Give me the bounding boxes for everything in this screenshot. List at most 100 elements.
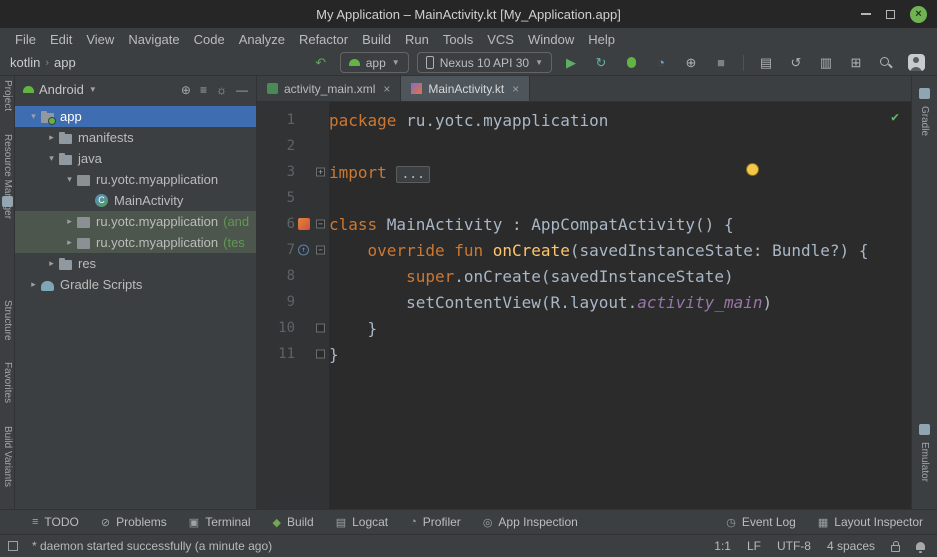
- tree-item-ru-yotc-myapplication[interactable]: ▾ru.yotc.myapplication: [15, 169, 256, 190]
- chevron-right-icon[interactable]: ▸: [45, 258, 58, 269]
- indent-setting[interactable]: 4 spaces: [827, 539, 875, 553]
- code-editor[interactable]: 1package ru.yotc.myapplication23+import …: [257, 102, 911, 509]
- notifications-bell-icon[interactable]: [916, 542, 925, 550]
- fold-marker[interactable]: [316, 324, 325, 333]
- gradle-icon[interactable]: [919, 88, 930, 99]
- tree-item-app[interactable]: ▾app: [15, 106, 256, 127]
- code-line-6[interactable]: 6−class MainActivity : AppCompatActivity…: [257, 211, 911, 237]
- override-gutter-icon[interactable]: ↑: [298, 245, 309, 256]
- apply-changes-button[interactable]: ↻: [590, 53, 612, 73]
- device-select[interactable]: Nexus 10 API 30 ▼: [417, 52, 552, 73]
- tool-window-button-layout-inspector[interactable]: ▦Layout Inspector: [818, 515, 923, 529]
- tool-window-button-structure[interactable]: Structure: [2, 300, 13, 341]
- menu-item-file[interactable]: File: [8, 30, 43, 49]
- file-encoding[interactable]: UTF-8: [777, 539, 811, 553]
- intention-bulb-icon[interactable]: [746, 163, 759, 176]
- menu-item-edit[interactable]: Edit: [43, 30, 79, 49]
- tool-window-button-build[interactable]: ◆Build: [273, 515, 314, 529]
- chevron-down-icon[interactable]: ▾: [63, 174, 76, 185]
- close-tab-icon[interactable]: ×: [383, 82, 390, 96]
- chevron-right-icon[interactable]: ▸: [63, 216, 76, 227]
- tree-item-ru-yotc-myapplication[interactable]: ▸ru.yotc.myapplication(and: [15, 211, 256, 232]
- profile-avatar[interactable]: [905, 53, 927, 73]
- hide-panel-icon[interactable]: —: [236, 83, 248, 97]
- tool-window-button-app-inspection[interactable]: ◎App Inspection: [483, 515, 578, 529]
- stop-button[interactable]: ■: [710, 53, 732, 73]
- avd-manager-icon[interactable]: ▥: [815, 53, 837, 73]
- run-button[interactable]: ▶: [560, 53, 582, 73]
- code-line-5[interactable]: 5: [257, 185, 911, 211]
- code-line-3[interactable]: 3+import ...: [257, 159, 911, 185]
- tool-window-button-event-log[interactable]: ◷Event Log: [726, 515, 796, 529]
- menu-item-help[interactable]: Help: [581, 30, 622, 49]
- search-everywhere-button[interactable]: [875, 53, 897, 73]
- close-button[interactable]: ×: [910, 6, 927, 23]
- collapse-all-icon[interactable]: ≡: [200, 83, 207, 97]
- status-message[interactable]: * daemon started successfully (a minute …: [32, 539, 272, 553]
- chevron-right-icon[interactable]: ▸: [27, 279, 40, 290]
- inspections-ok-icon[interactable]: ✔: [891, 110, 899, 125]
- menu-item-vcs[interactable]: VCS: [480, 30, 521, 49]
- tool-window-button-favorites[interactable]: Favorites: [2, 362, 13, 403]
- tool-window-button-emulator[interactable]: Emulator: [919, 442, 930, 482]
- maximize-button[interactable]: [886, 10, 895, 19]
- activity-gutter-icon[interactable]: [298, 218, 310, 230]
- run-configuration-select[interactable]: app ▼: [340, 52, 409, 73]
- tool-window-switcher-icon[interactable]: [8, 541, 18, 551]
- tree-item-res[interactable]: ▸res: [15, 253, 256, 274]
- menu-item-analyze[interactable]: Analyze: [232, 30, 292, 49]
- profile-button[interactable]: ◔: [650, 53, 672, 73]
- code-line-11[interactable]: 11}: [257, 341, 911, 367]
- tool-window-button-logcat[interactable]: ▤Logcat: [336, 515, 388, 529]
- device-manager-icon[interactable]: ▤: [755, 53, 777, 73]
- menu-item-build[interactable]: Build: [355, 30, 398, 49]
- code-line-8[interactable]: 8 super.onCreate(savedInstanceState): [257, 263, 911, 289]
- debug-button[interactable]: [620, 53, 642, 73]
- menu-item-tools[interactable]: Tools: [436, 30, 480, 49]
- chevron-down-icon[interactable]: ▾: [27, 111, 40, 122]
- sync-gradle-icon[interactable]: ↺: [785, 53, 807, 73]
- line-separator[interactable]: LF: [747, 539, 761, 553]
- tree-item-mainactivity[interactable]: CMainActivity: [15, 190, 256, 211]
- tool-window-button-problems[interactable]: ⊘Problems: [101, 515, 167, 529]
- tool-window-button-terminal[interactable]: ▣Terminal: [189, 515, 251, 529]
- code-line-2[interactable]: 2: [257, 133, 911, 159]
- sdk-manager-icon[interactable]: ⊞: [845, 53, 867, 73]
- chevron-down-icon[interactable]: ▾: [45, 153, 58, 164]
- tool-window-button-profiler[interactable]: ◔Profiler: [410, 515, 461, 529]
- locate-file-icon[interactable]: ⊕: [181, 83, 191, 97]
- close-tab-icon[interactable]: ×: [512, 82, 519, 96]
- settings-gear-icon[interactable]: ☼: [216, 83, 227, 97]
- code-line-7[interactable]: 7↑− override fun onCreate(savedInstanceS…: [257, 237, 911, 263]
- minimize-button[interactable]: [861, 13, 871, 15]
- code-line-1[interactable]: 1package ru.yotc.myapplication: [257, 107, 911, 133]
- tree-item-ru-yotc-myapplication[interactable]: ▸ru.yotc.myapplication(tes: [15, 232, 256, 253]
- tree-item-manifests[interactable]: ▸manifests: [15, 127, 256, 148]
- menu-item-refactor[interactable]: Refactor: [292, 30, 355, 49]
- chevron-right-icon[interactable]: ▸: [45, 132, 58, 143]
- menu-item-view[interactable]: View: [79, 30, 121, 49]
- tool-window-button-project[interactable]: Project: [2, 80, 13, 111]
- fold-marker[interactable]: [316, 350, 325, 359]
- fold-marker[interactable]: +: [316, 168, 325, 177]
- tab-activity-main-xml[interactable]: activity_main.xml ×: [257, 76, 401, 101]
- code-line-10[interactable]: 10 }: [257, 315, 911, 341]
- breadcrumb-root[interactable]: kotlin: [10, 55, 40, 70]
- lock-icon[interactable]: [891, 545, 900, 552]
- tool-window-button-build-variants[interactable]: Build Variants: [2, 426, 13, 487]
- fold-marker[interactable]: −: [316, 246, 325, 255]
- menu-item-run[interactable]: Run: [398, 30, 436, 49]
- caret-position[interactable]: 1:1: [714, 539, 731, 553]
- tree-item-gradle-scripts[interactable]: ▸Gradle Scripts: [15, 274, 256, 295]
- navigate-back-icon[interactable]: ↶: [310, 53, 332, 73]
- breadcrumb-leaf[interactable]: app: [54, 55, 76, 70]
- emulator-icon[interactable]: [919, 424, 930, 435]
- tool-window-button-todo[interactable]: ≡TODO: [32, 515, 79, 529]
- tool-window-button-resource-manager[interactable]: Resource Manager: [2, 134, 13, 219]
- menu-item-code[interactable]: Code: [187, 30, 232, 49]
- menu-item-window[interactable]: Window: [521, 30, 581, 49]
- fold-marker[interactable]: −: [316, 220, 325, 229]
- attach-debugger-button[interactable]: ⊕: [680, 53, 702, 73]
- tool-window-button-gradle[interactable]: Gradle: [919, 106, 930, 136]
- code-line-9[interactable]: 9 setContentView(R.layout.activity_main): [257, 289, 911, 315]
